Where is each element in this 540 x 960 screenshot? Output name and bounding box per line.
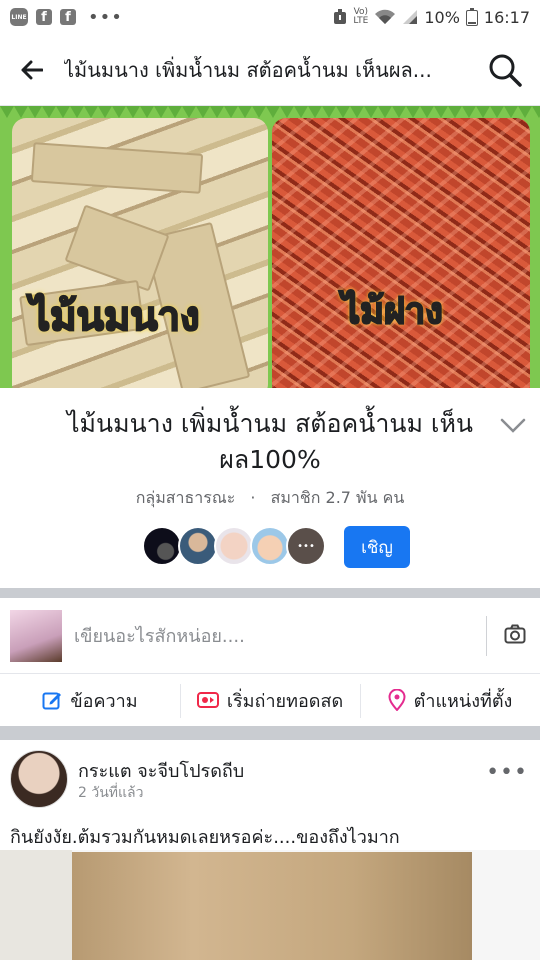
action-label: เริ่มถ่ายทอดสด (226, 690, 344, 712)
go-live-button[interactable]: เริ่มถ่ายทอดสด (180, 683, 360, 718)
avatar[interactable] (10, 750, 68, 808)
facebook-icon: f (36, 9, 52, 25)
post-author[interactable]: กระแต จะจีบโปรดถีบ (78, 756, 244, 785)
avatar (250, 526, 290, 566)
paper-bag-photo (72, 852, 472, 960)
group-meta: กลุ่มสาธารณะ · สมาชิก 2.7 พัน คน (0, 486, 540, 511)
section-divider (0, 726, 540, 740)
line-icon: LINE (10, 8, 28, 26)
facebook-icon: f (60, 9, 76, 25)
live-video-icon (196, 692, 219, 708)
search-icon (489, 54, 522, 87)
avatar-more: ••• (286, 526, 326, 566)
volte-icon: Vo) LTE (353, 7, 369, 26)
composer-actions: ข้อความ เริ่มถ่ายทอดสด ตำแหน่งที่ตั้ง (0, 674, 540, 726)
avatar (214, 526, 254, 566)
group-privacy: กลุ่มสาธารณะ (135, 488, 236, 507)
more-dots-icon: ••• (297, 540, 315, 552)
composer-input[interactable]: เขียนอะไรสักหน่อย.... (74, 621, 245, 650)
status-bar: LINE f f ••• Vo) LTE 10% 16:17 (0, 0, 540, 34)
post-composer[interactable]: เขียนอะไรสักหน่อย.... (0, 598, 540, 674)
action-label: ตำแหน่งที่ตั้ง (413, 690, 513, 712)
page-title: ไม้นมนาง เพิ่มน้ำนม สต้อคน้ำนม เห็นผล... (64, 57, 432, 82)
cover-label-wood: ไม้นมนาง (29, 293, 201, 341)
sappanwood-photo (272, 118, 530, 388)
avatar (142, 526, 182, 566)
post-timestamp[interactable]: 2 วันที่แล้ว (78, 782, 143, 804)
check-in-button[interactable]: ตำแหน่งที่ตั้ง (360, 683, 540, 718)
post-image[interactable] (0, 850, 540, 960)
clock: 16:17 (483, 7, 530, 27)
feed-post: กระแต จะจีบโปรดถีบ 2 วันที่แล้ว ••• กินย… (0, 740, 540, 960)
group-cover-photo[interactable]: ไม้ฝาง ไม้นมนาง (0, 106, 540, 388)
alarm-icon (334, 9, 347, 24)
text-post-button[interactable]: ข้อความ (0, 686, 180, 715)
action-label: ข้อความ (70, 690, 138, 712)
avatar (10, 609, 62, 662)
member-avatars[interactable]: ••• (142, 526, 326, 566)
meta-separator: · (250, 488, 256, 507)
invite-button[interactable]: เชิญ (344, 526, 410, 568)
camera-icon[interactable] (504, 624, 526, 644)
back-button[interactable] (0, 34, 64, 106)
chevron-down-icon[interactable] (498, 410, 528, 440)
arrow-left-icon (21, 60, 43, 79)
group-info: ไม้นมนาง เพิ่มน้ำนม สต้อคน้ำนม เห็นผล100… (0, 388, 540, 588)
cover-label-sappanwood: ไม้ฝาง (341, 290, 444, 333)
battery-icon (465, 8, 478, 26)
image-background (0, 850, 72, 960)
more-dots-icon: ••• (88, 6, 123, 28)
member-count[interactable]: สมาชิก 2.7 พัน คน (271, 488, 405, 507)
post-text: กินยังงัย.ต้มรวมกันหมดเลยหรอค่ะ....ของถึ… (10, 827, 400, 848)
more-options-icon[interactable]: ••• (486, 760, 528, 785)
app-header: ไม้นมนาง เพิ่มน้ำนม สต้อคน้ำนม เห็นผล... (0, 34, 540, 106)
section-divider (0, 588, 540, 598)
battery-percentage: 10% (424, 7, 460, 27)
location-pin-icon (388, 689, 406, 711)
avatar (178, 526, 218, 566)
signal-icon (403, 10, 418, 24)
edit-icon (42, 692, 62, 710)
divider (486, 616, 487, 656)
group-name[interactable]: ไม้นมนาง เพิ่มน้ำนม สต้อคน้ำนม เห็นผล100… (40, 406, 500, 478)
wifi-icon (375, 9, 396, 24)
search-button[interactable] (470, 34, 540, 106)
